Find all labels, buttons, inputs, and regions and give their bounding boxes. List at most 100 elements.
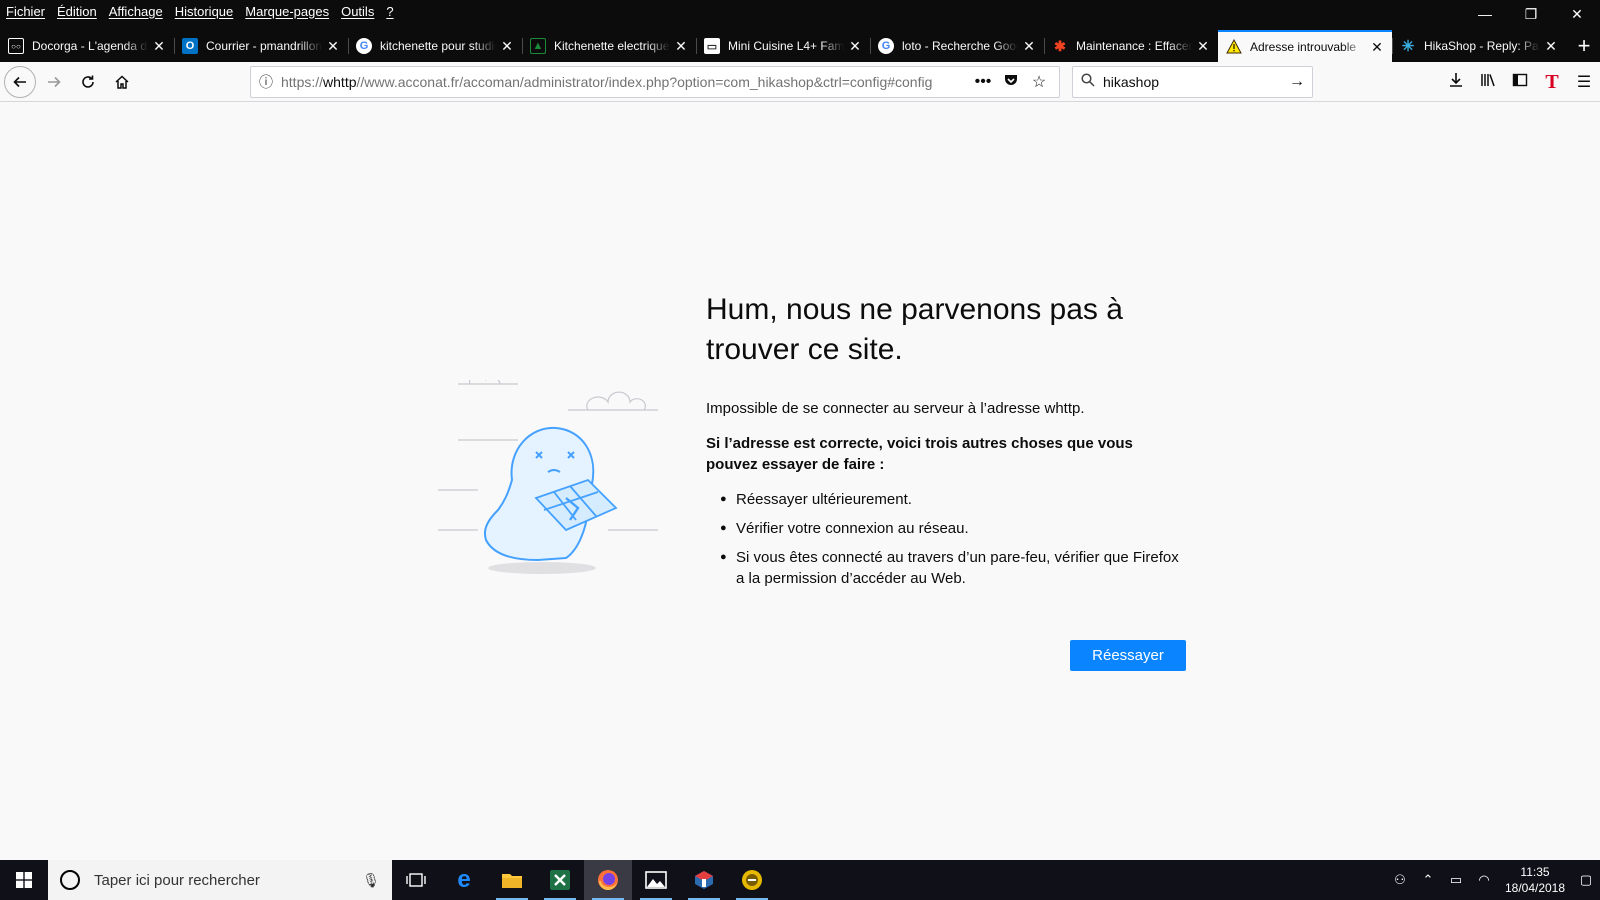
close-tab-icon[interactable]: ✕ — [326, 38, 340, 55]
new-tab-button[interactable]: + — [1566, 30, 1600, 62]
app-cube-icon[interactable] — [680, 860, 728, 900]
home-icon — [115, 74, 129, 89]
search-go-arrow-icon[interactable]: → — [1282, 73, 1312, 91]
close-tab-icon[interactable]: ✕ — [1022, 38, 1036, 55]
photos-icon[interactable] — [632, 860, 680, 900]
sidebar-icon[interactable] — [1504, 72, 1536, 93]
warning-icon — [1226, 39, 1242, 55]
navigation-toolbar: ⓘ https://whttp//www.acconat.fr/accoman/… — [0, 62, 1600, 102]
cortana-icon — [60, 870, 80, 890]
microphone-icon[interactable]: 🎙 — [362, 872, 380, 889]
window-controls: — ❐ ✕ — [1462, 0, 1600, 28]
url-bar[interactable]: ⓘ https://whttp//www.acconat.fr/accoman/… — [250, 66, 1060, 98]
page-actions-icon[interactable]: ••• — [969, 73, 997, 91]
docorga-icon: ○○ — [8, 38, 24, 54]
menu-bar: Fichier Édition Affichage Historique Mar… — [0, 0, 406, 22]
wifi-icon[interactable]: ◠ — [1470, 872, 1498, 888]
taskbar-search[interactable]: Taper ici pour rechercher 🎙 — [48, 860, 392, 900]
home-button[interactable] — [106, 66, 138, 98]
hikashop-icon: ✳ — [1401, 38, 1415, 55]
start-button[interactable] — [0, 860, 48, 900]
edge-icon[interactable]: e — [440, 860, 488, 900]
title-and-tab-strip: Fichier Édition Affichage Historique Mar… — [0, 0, 1600, 62]
close-tab-icon[interactable]: ✕ — [1196, 38, 1210, 55]
restore-button[interactable]: ❐ — [1508, 0, 1554, 28]
tab-title: kitchenette pour studio — [380, 39, 496, 53]
people-icon[interactable]: ⚇ — [1386, 872, 1414, 888]
menu-historique[interactable]: Historique — [175, 4, 234, 19]
app-yellow-icon[interactable] — [728, 860, 776, 900]
excel-icon[interactable] — [536, 860, 584, 900]
joomla-icon: ✱ — [1054, 37, 1066, 54]
tab-mini-cuisine[interactable]: ▭ Mini Cuisine L4+ Family ✕ — [696, 30, 870, 62]
tray-expand-icon[interactable]: ⌃ — [1414, 872, 1442, 888]
menu-edition[interactable]: Édition — [57, 4, 97, 19]
extension-t-icon[interactable]: T — [1536, 71, 1568, 94]
menu-affichage[interactable]: Affichage — [109, 4, 163, 19]
forward-arrow-icon — [48, 76, 61, 87]
system-tray: ⚇ ⌃ ▭ ◠ 11:35 18/04/2018 ▢ — [1386, 860, 1600, 900]
tab-strip: ○○ Docorga - L'agenda de ✕ O Courrier - … — [0, 30, 1600, 62]
menu-help[interactable]: ? — [386, 4, 393, 19]
site-info-icon[interactable]: ⓘ — [251, 72, 281, 92]
retry-button[interactable]: Réessayer — [1070, 640, 1186, 671]
close-tab-icon[interactable]: ✕ — [500, 38, 514, 55]
tab-kitchenette-electrique[interactable]: ▲ Kitchenette electrique ✕ — [522, 30, 696, 62]
tab-maintenance[interactable]: ✱ Maintenance : Effacer ✕ — [1044, 30, 1218, 62]
error-content: Hum, nous ne parvenons pas à trouver ce … — [706, 290, 1186, 597]
forward-button[interactable] — [38, 66, 70, 98]
back-arrow-icon — [13, 76, 26, 87]
search-bar[interactable]: hikashop → — [1072, 66, 1313, 98]
clock[interactable]: 11:35 18/04/2018 — [1498, 864, 1572, 896]
url-actions: ••• ☆ — [969, 72, 1053, 93]
suggestion-item: Si vous êtes connecté au travers d’un pa… — [720, 547, 1186, 589]
tab-kitchenette-search[interactable]: G kitchenette pour studio ✕ — [348, 30, 522, 62]
hamburger-menu-icon[interactable]: ☰ — [1568, 72, 1600, 92]
reload-button[interactable] — [72, 66, 104, 98]
close-tab-icon[interactable]: ✕ — [1544, 38, 1558, 55]
file-explorer-icon[interactable] — [488, 860, 536, 900]
error-description: Impossible de se connecter au serveur à … — [706, 400, 1085, 417]
tab-title: loto - Recherche Google — [902, 39, 1018, 53]
tab-courrier[interactable]: O Courrier - pmandrillon ✕ — [174, 30, 348, 62]
close-tab-icon[interactable]: ✕ — [1370, 39, 1384, 56]
close-window-button[interactable]: ✕ — [1554, 0, 1600, 28]
minimize-button[interactable]: — — [1462, 0, 1508, 28]
url-text[interactable]: https://whttp//www.acconat.fr/accoman/ad… — [281, 74, 969, 90]
back-button[interactable] — [4, 65, 36, 98]
tab-title: Maintenance : Effacer — [1076, 39, 1192, 53]
close-tab-icon[interactable]: ✕ — [674, 38, 688, 55]
toolbar-right: T ☰ — [1440, 66, 1600, 98]
downloads-icon[interactable] — [1440, 72, 1472, 93]
tab-adresse-introuvable[interactable]: Adresse introuvable ✕ — [1218, 30, 1392, 62]
suggestions-heading: Si l’adresse est correcte, voici trois a… — [706, 435, 1133, 473]
tab-loto-search[interactable]: G loto - Recherche Google ✕ — [870, 30, 1044, 62]
task-view-icon[interactable] — [392, 860, 440, 900]
battery-icon[interactable]: ▭ — [1442, 872, 1470, 888]
google-icon: G — [878, 38, 894, 54]
clock-date: 18/04/2018 — [1504, 881, 1566, 895]
outlook-icon: O — [182, 38, 198, 54]
google-icon: G — [356, 38, 372, 54]
tab-title: Kitchenette electrique — [554, 39, 670, 53]
bookmark-star-icon[interactable]: ☆ — [1025, 72, 1053, 92]
tab-hikashop[interactable]: ✳ HikaShop - Reply: Param ✕ — [1392, 30, 1566, 62]
taskbar-search-placeholder: Taper ici pour rechercher — [94, 871, 260, 889]
search-input[interactable]: hikashop — [1103, 74, 1282, 90]
library-icon[interactable] — [1472, 72, 1504, 93]
site-green-icon: ▲ — [530, 38, 546, 54]
firefox-icon[interactable] — [584, 860, 632, 900]
tab-docorga[interactable]: ○○ Docorga - L'agenda de ✕ — [0, 30, 174, 62]
notifications-icon[interactable]: ▢ — [1572, 872, 1600, 888]
tab-title: Docorga - L'agenda de — [32, 39, 148, 53]
menu-marque-pages[interactable]: Marque-pages — [245, 4, 329, 19]
close-tab-icon[interactable]: ✕ — [152, 38, 166, 55]
suggestion-item: Réessayer ultérieurement. — [720, 489, 1186, 510]
tab-title: Courrier - pmandrillon — [206, 39, 322, 53]
menu-fichier[interactable]: Fichier — [6, 4, 45, 19]
close-tab-icon[interactable]: ✕ — [848, 38, 862, 55]
pocket-icon[interactable] — [997, 72, 1025, 93]
menu-outils[interactable]: Outils — [341, 4, 374, 19]
lost-dino-illustration — [438, 380, 658, 574]
error-title: Hum, nous ne parvenons pas à trouver ce … — [706, 293, 1123, 366]
